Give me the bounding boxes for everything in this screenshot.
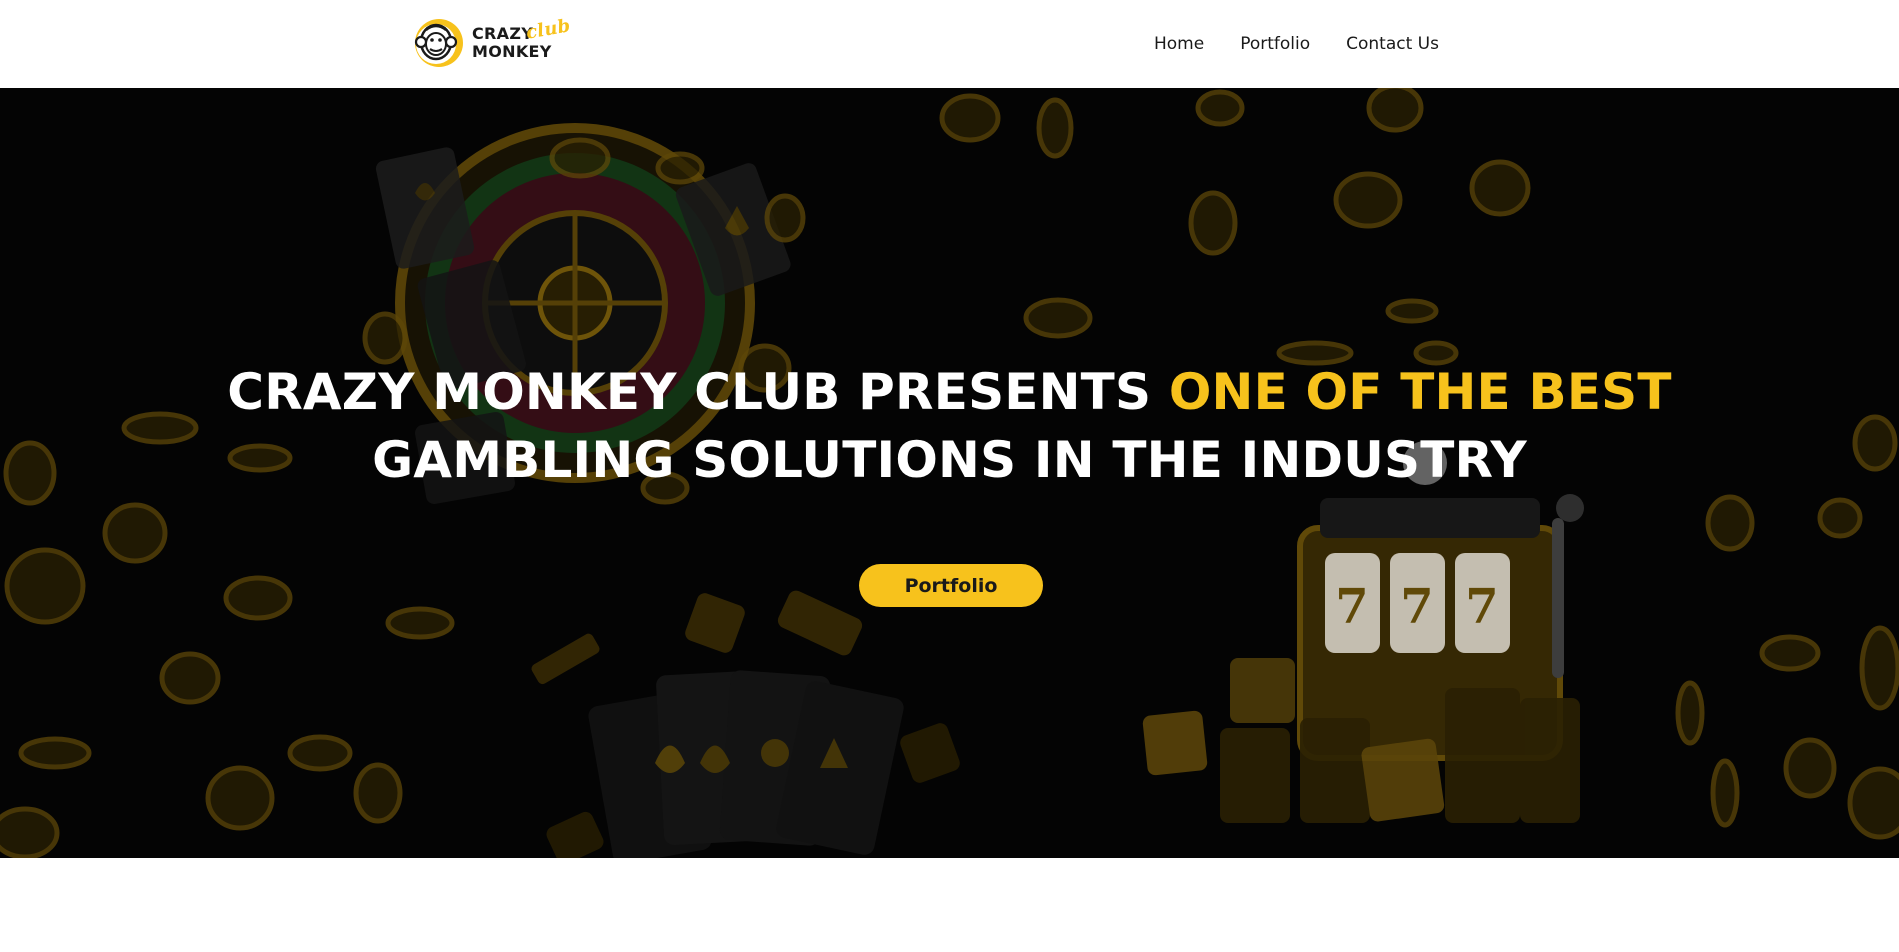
hero-title-part1: CRAZY MONKEY CLUB PRESENTS <box>227 363 1169 421</box>
main-nav: Home Portfolio Contact Us <box>1136 30 1457 58</box>
svg-text:7: 7 <box>1400 579 1433 635</box>
logo-wordmark: CRAZY MONKEY club <box>472 15 572 61</box>
monkey-logo-icon <box>414 18 464 68</box>
logo-line-crazy: CRAZY <box>472 24 534 43</box>
portfolio-button[interactable]: Portfolio <box>859 564 1043 607</box>
site-header: CRAZY MONKEY club Home Portfolio Contact… <box>0 0 1899 88</box>
svg-text:7: 7 <box>1335 579 1368 635</box>
logo-script-club: club <box>524 15 573 44</box>
hero-section: 7 7 7 CRAZY MONKEY CLUB PRESENTS ONE OF … <box>0 88 1899 858</box>
logo-link[interactable]: CRAZY MONKEY club <box>414 15 572 69</box>
hero-title: CRAZY MONKEY CLUB PRESENTS ONE OF THE BE… <box>0 358 1899 494</box>
svg-text:7: 7 <box>1465 579 1498 635</box>
nav-contact-us[interactable]: Contact Us <box>1328 30 1457 58</box>
hero-title-part2: GAMBLING SOLUTIONS IN THE INDUSTRY <box>372 431 1527 489</box>
logo-line-monkey: MONKEY <box>472 42 552 61</box>
content-section <box>0 858 1899 952</box>
nav-home[interactable]: Home <box>1136 30 1222 58</box>
nav-portfolio[interactable]: Portfolio <box>1222 30 1328 58</box>
hero-title-accent: ONE OF THE BEST <box>1168 363 1672 421</box>
